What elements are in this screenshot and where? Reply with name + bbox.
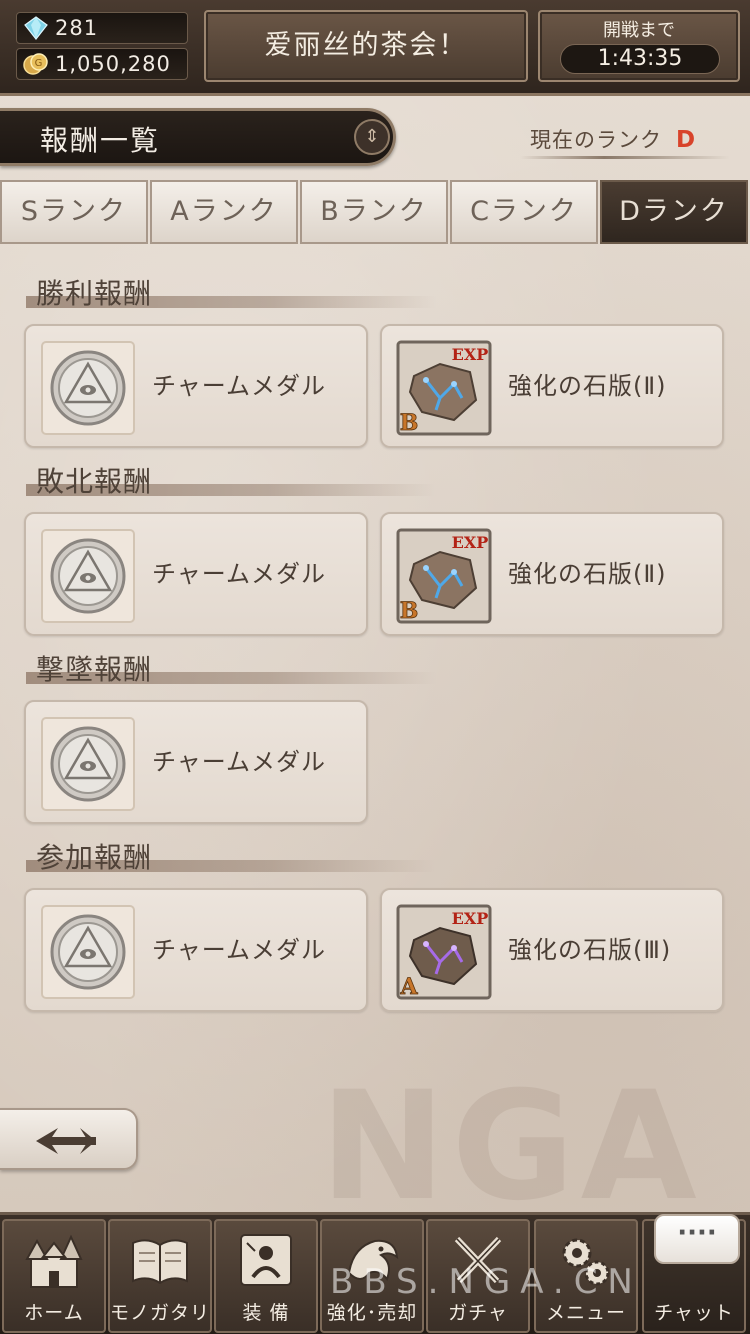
reward-list-header: 報酬一覧 ⇕ xyxy=(0,108,396,166)
reward-name: チャームメダル xyxy=(152,372,327,400)
nav-label: 強化･売却 xyxy=(326,1302,418,1324)
charm-medal-icon xyxy=(41,717,135,811)
castle-icon xyxy=(25,1234,83,1288)
reward-card[interactable]: チャームメダル xyxy=(24,700,368,824)
watermark-logo: NGA xyxy=(320,1060,703,1234)
charm-medal-icon xyxy=(41,905,135,999)
charm-medal-icon xyxy=(41,529,135,623)
app-root: 281 G 1,050,280 爱丽丝的茶会！ 開戦まで 1:43:35 報酬一… xyxy=(0,0,750,1334)
reward-name: チャームメダル xyxy=(152,560,327,588)
reward-card[interactable]: EXP B 強化の石版(Ⅱ) xyxy=(380,324,724,448)
book-icon xyxy=(132,1239,188,1285)
sort-arrows-icon: ⇕ xyxy=(364,126,380,147)
reward-name: チャームメダル xyxy=(152,748,327,776)
battle-countdown: 開戦まで 1:43:35 xyxy=(538,10,740,82)
coin-count: 1,050,280 xyxy=(55,52,171,76)
current-rank-label: 現在のランク xyxy=(530,128,662,152)
back-button[interactable] xyxy=(0,1108,138,1170)
nav-label: チャット xyxy=(654,1302,734,1324)
reward-card[interactable]: チャームメダル xyxy=(24,888,368,1012)
section-title-participation: 参加報酬 xyxy=(36,841,153,874)
section-title-shootdown: 撃墜報酬 xyxy=(36,653,153,686)
sort-toggle-button[interactable]: ⇕ xyxy=(354,119,390,155)
tab-d-rank[interactable]: Dランク xyxy=(600,180,748,244)
reward-name: 強化の石版(Ⅱ) xyxy=(508,560,667,588)
exp-badge: EXP xyxy=(452,909,489,928)
section-title-defeat: 敗北報酬 xyxy=(36,465,153,498)
grade-badge: B xyxy=(400,410,419,436)
tab-b-rank[interactable]: Bランク xyxy=(300,180,448,244)
svg-text:G: G xyxy=(35,58,44,69)
rank-tabs: Sランク Aランク Bランク Cランク Dランク xyxy=(0,180,750,246)
tab-s-rank[interactable]: Sランク xyxy=(0,180,148,244)
current-rank-value: D xyxy=(676,127,697,153)
reward-name: 強化の石版(Ⅲ) xyxy=(508,936,672,964)
exp-tablet-icon: EXP B xyxy=(396,340,492,436)
grade-badge: A xyxy=(399,974,418,1000)
charm-medal-icon xyxy=(41,341,135,435)
reward-card[interactable]: EXP A 強化の石版(Ⅲ) xyxy=(380,888,724,1012)
equipment-icon xyxy=(240,1234,292,1286)
coin-counter: G 1,050,280 xyxy=(16,48,188,80)
reward-name: チャームメダル xyxy=(152,936,327,964)
gem-icon xyxy=(24,16,48,40)
rank-divider xyxy=(520,156,730,159)
exp-badge: EXP xyxy=(452,345,489,364)
event-title-button[interactable]: 爱丽丝的茶会！ xyxy=(204,10,528,82)
nav-label: モノガタリ xyxy=(110,1302,211,1324)
reward-card[interactable]: チャームメダル xyxy=(24,324,368,448)
nav-label: メニュー xyxy=(545,1302,626,1324)
nav-label: 装 備 xyxy=(242,1302,290,1324)
back-arrow-icon xyxy=(36,1128,96,1154)
exp-tablet-icon: EXP A xyxy=(396,904,492,1000)
nav-story[interactable]: モノガタリ xyxy=(108,1219,212,1333)
battle-countdown-label: 開戦まで xyxy=(603,20,675,41)
gem-count: 281 xyxy=(55,16,99,40)
exp-tablet-icon: EXP B xyxy=(396,528,492,624)
watermark-url: BBS.NGA.CN xyxy=(330,1262,643,1302)
nav-home[interactable]: ホーム xyxy=(2,1219,106,1333)
nav-label: ホーム xyxy=(24,1302,84,1324)
exp-badge: EXP xyxy=(452,533,489,552)
battle-countdown-timer: 1:43:35 xyxy=(560,44,720,74)
reward-card[interactable]: EXP B 強化の石版(Ⅱ) xyxy=(380,512,724,636)
section-title-victory: 勝利報酬 xyxy=(36,277,153,310)
gem-counter: 281 xyxy=(16,12,188,44)
tab-a-rank[interactable]: Aランク xyxy=(150,180,298,244)
grade-badge: B xyxy=(400,598,419,624)
tab-c-rank[interactable]: Cランク xyxy=(450,180,598,244)
current-rank: 現在のランク D xyxy=(530,124,696,154)
chat-icon[interactable]: ···· xyxy=(654,1214,740,1264)
nav-label: ガチャ xyxy=(448,1302,508,1324)
top-bar: 281 G 1,050,280 爱丽丝的茶会！ 開戦まで 1:43:35 xyxy=(0,0,750,96)
reward-card[interactable]: チャームメダル xyxy=(24,512,368,636)
reward-name: 強化の石版(Ⅱ) xyxy=(508,372,667,400)
nav-equipment[interactable]: 装 備 xyxy=(214,1219,318,1333)
coin-icon: G xyxy=(23,53,48,75)
reward-list-title: 報酬一覧 xyxy=(40,124,161,157)
